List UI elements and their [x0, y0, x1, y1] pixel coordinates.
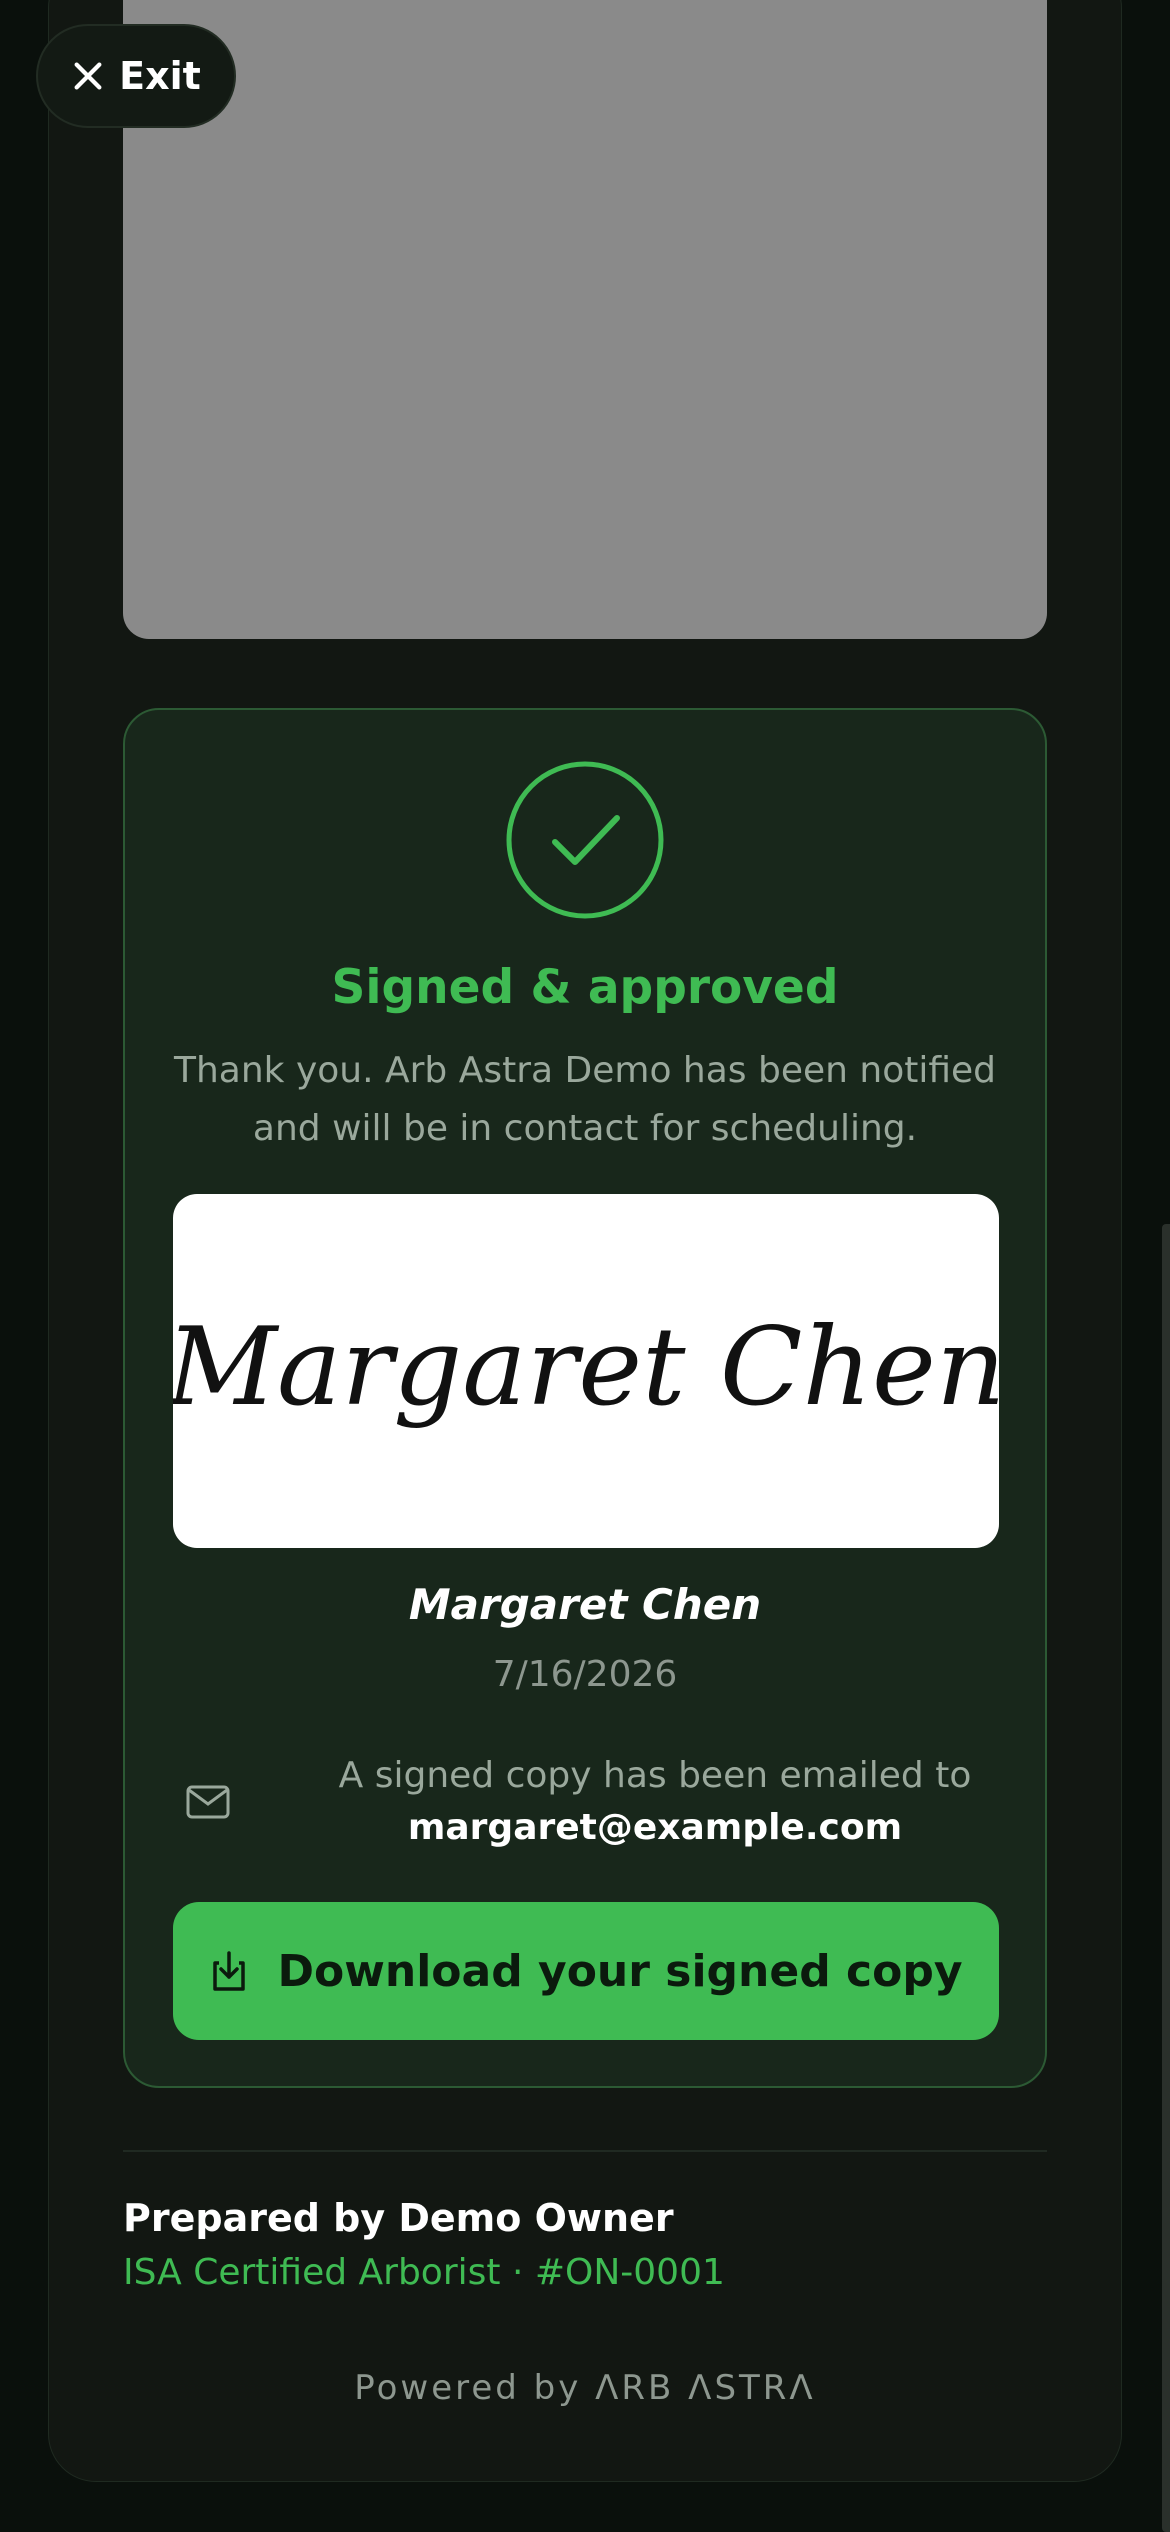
signed-date: 7/16/2026	[492, 1654, 678, 1695]
mail-icon	[186, 1785, 230, 1819]
signed-confirmation-panel: Signed & approved Thank you. Arb Astra D…	[123, 708, 1047, 2088]
download-icon	[213, 1951, 246, 1991]
email-notice-prefix: A signed copy has been emailed to	[338, 1755, 972, 1796]
status-message: Thank you. Arb Astra Demo has been notif…	[173, 1050, 997, 1149]
signature-box: Margaret Chen	[173, 1194, 999, 1548]
download-signed-copy-button[interactable]: Download your signed copy	[173, 1902, 999, 2040]
email-address: margaret@example.com	[407, 1807, 903, 1848]
signer-name: Margaret Chen	[408, 1580, 762, 1629]
property-photo	[123, 0, 1047, 639]
scrollbar[interactable]	[1162, 1224, 1170, 2532]
email-notice: A signed copy has been emailed to margar…	[185, 1750, 1005, 1860]
download-label: Download your signed copy	[277, 1945, 963, 1997]
footer-divider	[123, 2150, 1047, 2152]
prepared-by: Prepared by Demo Owner	[123, 2196, 674, 2240]
email-notice-text: A signed copy has been emailed to margar…	[305, 1750, 1005, 1854]
checkmark-icon	[506, 761, 664, 919]
signature-image: Margaret Chen	[173, 1305, 999, 1430]
arborist-credentials: ISA Certified Arborist · #ON-0001	[123, 2252, 725, 2293]
close-icon	[74, 62, 102, 90]
signature-script: Margaret Chen	[173, 1305, 999, 1430]
exit-button[interactable]: Exit	[36, 24, 236, 128]
status-title: Signed & approved	[331, 960, 839, 1015]
powered-by: Powered by ΛRB ΛSTRΛ	[354, 2368, 816, 2408]
exit-label: Exit	[119, 54, 201, 98]
